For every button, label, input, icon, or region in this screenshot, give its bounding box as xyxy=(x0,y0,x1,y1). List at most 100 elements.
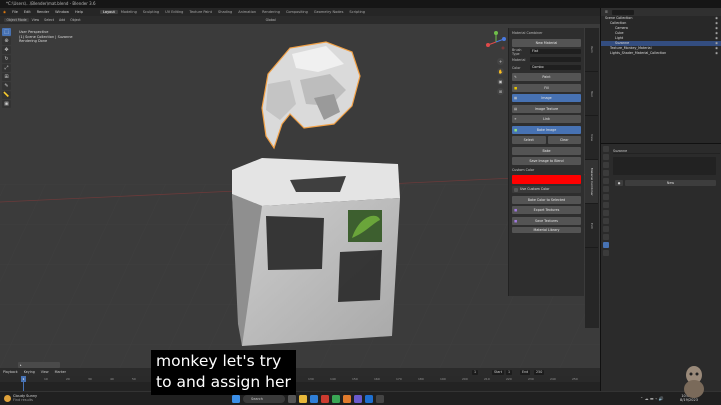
tool-tab-icon[interactable] xyxy=(602,146,609,152)
3d-viewport[interactable]: User Perspective (1) Scene Collection | … xyxy=(0,24,600,368)
menu-edit[interactable]: Edit xyxy=(21,10,34,14)
workspace-tab-modeling[interactable]: Modeling xyxy=(118,10,140,14)
viewport-menu-add[interactable]: Add xyxy=(57,18,68,22)
workspace-tab-rendering[interactable]: Rendering xyxy=(259,10,283,14)
navigation-gizmo[interactable] xyxy=(484,30,508,54)
particles-tab-icon[interactable] xyxy=(602,210,609,216)
viewport-menu-select[interactable]: Select xyxy=(42,18,57,22)
settings-icon[interactable] xyxy=(376,394,384,403)
blender-logo-icon[interactable]: ◉ xyxy=(0,10,9,14)
data-tab-icon[interactable] xyxy=(602,234,609,240)
weather-icon[interactable] xyxy=(4,395,11,402)
constraints-tab-icon[interactable] xyxy=(602,226,609,232)
visibility-eye-icon[interactable]: ◉ xyxy=(715,51,718,56)
cursor-icon[interactable]: ⊕ xyxy=(2,37,11,45)
annotate-icon[interactable]: ✎ xyxy=(2,82,11,90)
file-explorer-icon[interactable] xyxy=(299,394,307,403)
timeline-menu-marker[interactable]: Marker xyxy=(52,370,69,374)
fill-button[interactable]: ■ Fill xyxy=(512,83,581,92)
edge-browser-icon[interactable] xyxy=(310,394,318,403)
rotate-icon[interactable]: ↻ xyxy=(2,55,11,63)
transform-orientation-dropdown[interactable]: Global xyxy=(263,18,278,22)
workspace-tab-uv-editing[interactable]: UV Editing xyxy=(162,10,186,14)
system-tray[interactable]: ⌃ ☁ ▬ ⌁ 🔊 xyxy=(640,396,664,401)
windows-start-icon[interactable] xyxy=(232,394,240,403)
teams-icon[interactable] xyxy=(354,394,362,403)
material-field[interactable] xyxy=(530,57,581,62)
workspace-tab-shading[interactable]: Shading xyxy=(215,10,235,14)
workspace-tab-texture-paint[interactable]: Texture Paint xyxy=(186,10,215,14)
export-textures-button[interactable]: ■ Export Textures xyxy=(512,206,581,214)
render-tab-icon[interactable] xyxy=(602,154,609,160)
camera-view-icon[interactable]: ▣ xyxy=(497,78,504,85)
timeline[interactable]: 0102030405060708090100110120130140150160… xyxy=(0,376,600,391)
chrome-icon[interactable] xyxy=(321,394,329,403)
material-slot-list[interactable] xyxy=(613,157,716,175)
move-icon[interactable]: ✥ xyxy=(2,46,11,54)
clear-button[interactable]: Clear xyxy=(547,136,581,144)
material-library-button[interactable]: Material Library xyxy=(512,227,581,233)
current-frame-field[interactable]: 1 xyxy=(472,369,479,375)
tab-material-combiner[interactable]: Material Combiner xyxy=(585,160,598,204)
start-frame-field[interactable]: 1 xyxy=(506,369,513,375)
workspace-tab-scripting[interactable]: Scripting xyxy=(346,10,368,14)
zoom-icon[interactable]: + xyxy=(497,58,504,65)
select-box-icon[interactable]: ⬚ xyxy=(2,28,11,36)
blender-icon[interactable] xyxy=(343,394,351,403)
photoshop-icon[interactable] xyxy=(365,394,373,403)
tab-tool[interactable]: Tool xyxy=(585,72,598,116)
timeline-menu-view[interactable]: View xyxy=(38,370,52,374)
color-mode-dropdown[interactable]: Combo xyxy=(530,65,581,70)
object-mode-dropdown[interactable]: Object Mode xyxy=(4,18,30,22)
save-textures-button[interactable]: ■ Save Textures xyxy=(512,216,581,225)
view-layer-tab-icon[interactable] xyxy=(602,170,609,176)
menu-render[interactable]: Render xyxy=(34,10,52,14)
texture-tab-icon[interactable] xyxy=(602,250,609,256)
weather-widget[interactable]: Cloudy Sunny Find results xyxy=(13,394,37,403)
tab-view[interactable]: View xyxy=(585,116,598,160)
timeline-menu-playback[interactable]: Playback xyxy=(0,370,21,374)
browse-material-icon[interactable]: ● xyxy=(615,180,623,186)
menu-help[interactable]: Help xyxy=(72,10,86,14)
workspace-tab-sculpting[interactable]: Sculpting xyxy=(140,10,162,14)
world-tab-icon[interactable] xyxy=(602,186,609,192)
viewport-menu-view[interactable]: View xyxy=(29,18,42,22)
select-button[interactable]: Select xyxy=(512,136,546,144)
transform-icon[interactable]: ⊞ xyxy=(2,73,11,81)
bake-image-button[interactable]: ■ Bake Image xyxy=(512,125,581,134)
viewport-menu-object[interactable]: Object xyxy=(68,18,83,22)
menu-file[interactable]: File xyxy=(9,10,21,14)
paint-button[interactable]: ✎ Paint xyxy=(512,73,581,81)
image-button[interactable]: ▦ Image xyxy=(512,94,581,102)
new-material-button[interactable]: New Material xyxy=(512,38,581,47)
scale-icon[interactable]: ⤢ xyxy=(2,64,11,72)
workspace-tab-geometry-nodes[interactable]: Geometry Nodes xyxy=(311,10,347,14)
timeline-menu-keying[interactable]: Keying xyxy=(21,370,38,374)
use-custom-color-checkbox[interactable]: Use Custom Color xyxy=(512,186,581,193)
outliner-search-input[interactable] xyxy=(611,9,634,15)
scene-tab-icon[interactable] xyxy=(602,178,609,184)
workspace-tab-compositing[interactable]: Compositing xyxy=(283,10,311,14)
modifier-tab-icon[interactable] xyxy=(602,202,609,208)
workspace-tab-animation[interactable]: Animation xyxy=(235,10,259,14)
menu-window[interactable]: Window xyxy=(52,10,72,14)
brush-type-dropdown[interactable]: Flat xyxy=(530,49,581,54)
tab-item[interactable]: Item xyxy=(585,28,598,72)
output-tab-icon[interactable] xyxy=(602,162,609,168)
custom-color-swatch[interactable] xyxy=(512,175,581,184)
perspective-toggle-icon[interactable]: ⊞ xyxy=(497,88,504,95)
outliner-item[interactable]: Lights_Shader_Material_Collection ◉ xyxy=(601,51,721,56)
task-view-icon[interactable] xyxy=(288,394,296,403)
new-material-slot-button[interactable]: New xyxy=(625,180,716,186)
outliner-type-icon[interactable]: ☰ xyxy=(605,10,608,14)
bake-color-to-selected-button[interactable]: Bake Color to Selected xyxy=(512,195,581,204)
workspace-tab-layout[interactable]: Layout xyxy=(99,10,118,14)
tab-edit[interactable]: Edit xyxy=(585,204,598,248)
physics-tab-icon[interactable] xyxy=(602,218,609,224)
measure-icon[interactable]: 📏 xyxy=(2,91,11,99)
bake-button[interactable]: Bake xyxy=(512,146,581,155)
material-tab-icon[interactable] xyxy=(602,242,609,248)
pan-hand-icon[interactable]: ✋ xyxy=(497,68,504,75)
add-cube-icon[interactable]: ▣ xyxy=(2,100,11,108)
end-frame-field[interactable]: 250 xyxy=(534,369,545,375)
